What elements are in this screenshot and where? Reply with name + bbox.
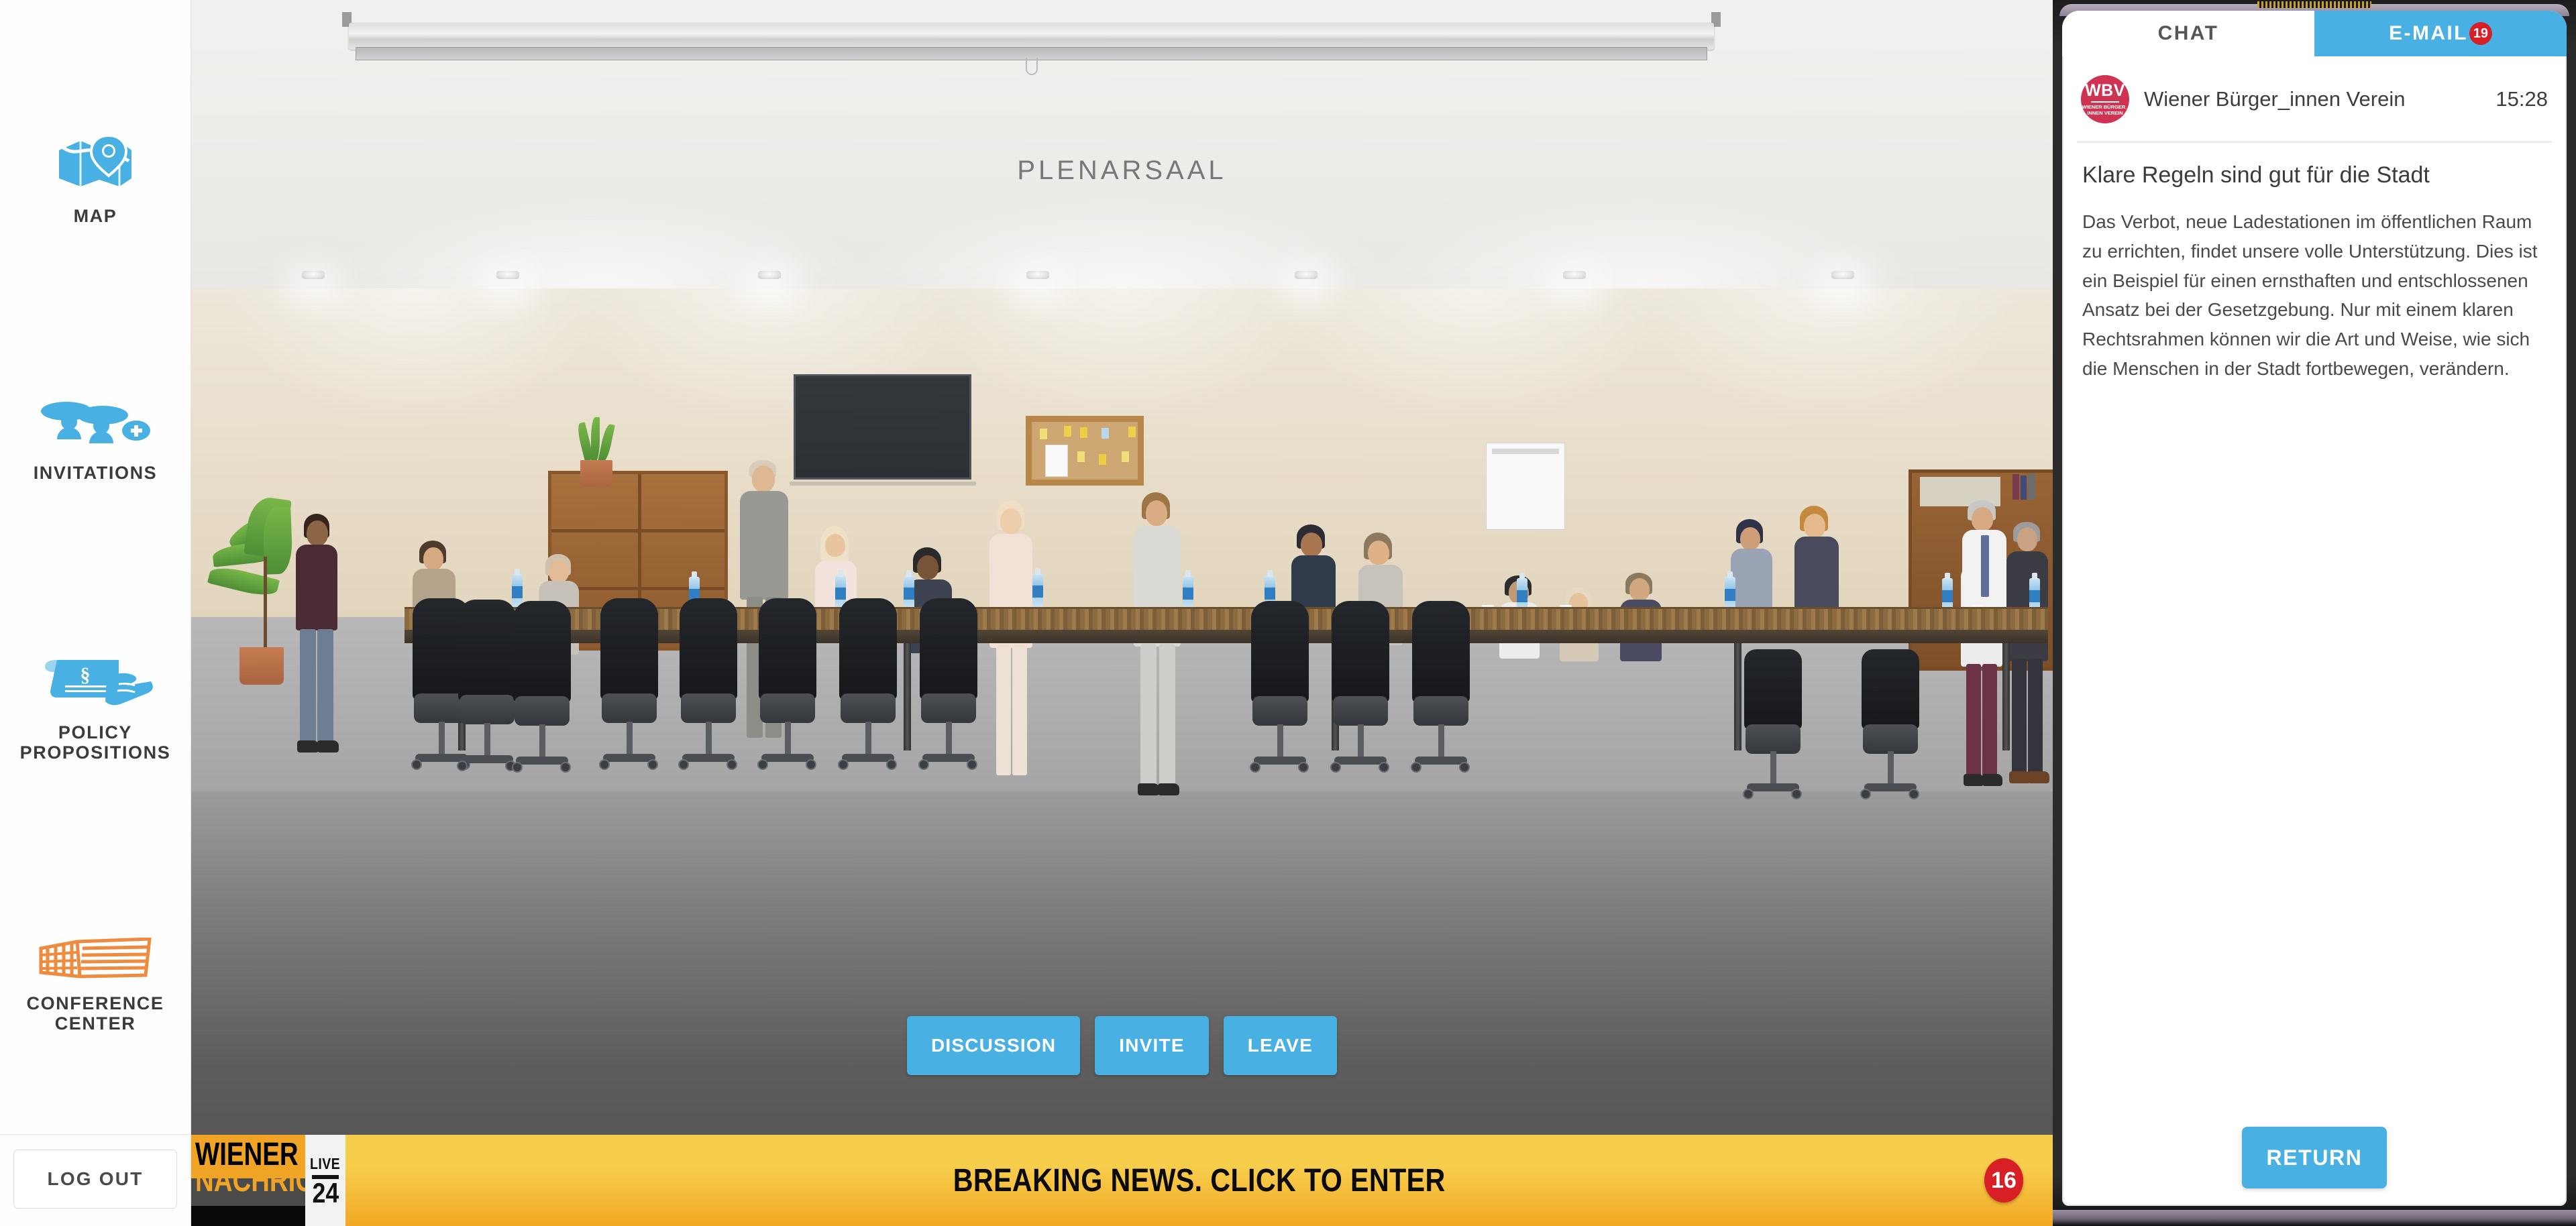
news-channel-logo: WIENER NACHRICHTEN (191, 1135, 305, 1226)
board-ledge (790, 482, 976, 486)
news-count-badge: 16 (1984, 1158, 2023, 1203)
necktie (1981, 535, 1989, 597)
avatar-initials: WBV (2085, 80, 2125, 100)
sender-avatar: WBV WIENER BÜRGER_ INNEN VEREIN (2081, 75, 2129, 123)
logo-band-black (191, 1206, 305, 1226)
corkboard-note (1102, 428, 1109, 439)
mail-sender-name: Wiener Bürger_innen Verein (2144, 87, 2406, 111)
room-action-bar: DISCUSSION INVITE LEAVE (191, 1016, 2053, 1075)
phone-speaker-grill (2257, 1, 2371, 8)
mail-text: Das Verbot, neue Ladestationen im öffent… (2082, 211, 2538, 379)
ceiling-spot-light (302, 271, 325, 279)
plant-stem (264, 557, 267, 651)
corkboard-note (1077, 451, 1085, 462)
conference-label-line1: CONFERENCE (26, 993, 164, 1013)
tab-chat-label: CHAT (2157, 22, 2219, 44)
sidebar-item-label-map: MAP (73, 205, 117, 226)
book (2028, 473, 2035, 500)
book (2012, 474, 2019, 500)
corkboard (1026, 416, 1144, 486)
mail-timestamp: 15:28 (2496, 87, 2548, 111)
svg-text:§: § (80, 664, 91, 686)
sidebar-item-label-invitations: INVITATIONS (33, 463, 158, 484)
room-stage: PLENARSAAL DISCUSSION INVITE LEAVE (191, 0, 2053, 1226)
corkboard-note (1045, 445, 1068, 477)
return-button[interactable]: RETURN (2242, 1127, 2387, 1188)
plant-pot (580, 460, 612, 487)
room-title: PLENARSAAL (1017, 156, 1227, 185)
book (2021, 476, 2027, 500)
live-number: 24 (312, 1176, 339, 1209)
corkboard-note (1128, 427, 1136, 437)
ceiling-spot-light (1831, 271, 1854, 279)
flipchart (1486, 443, 1565, 530)
sidebar-nav-list: MAP INVITATIONS § POLICY PROPOSITIONS CO… (0, 0, 191, 1134)
news-headline-area[interactable]: BREAKING NEWS. CLICK TO ENTER 16 (345, 1135, 2053, 1226)
water-bottle (1032, 568, 1043, 608)
plant-pot (239, 647, 284, 685)
log-out-button[interactable]: LOG OUT (13, 1150, 177, 1209)
tab-chat[interactable]: CHAT (2062, 11, 2314, 56)
app-root: MAP INVITATIONS § POLICY PROPOSITIONS CO… (0, 0, 2576, 1226)
document-paragraph-hand-icon: § (32, 657, 159, 712)
sidebar-item-label-policy-propositions: POLICY PROPOSITIONS (20, 722, 171, 763)
news-headline: BREAKING NEWS. CLICK TO ENTER (953, 1162, 1446, 1199)
news-live-badge: LIVE 24 (305, 1135, 345, 1226)
ceiling-spot-light (1295, 271, 1318, 279)
messaging-phone-panel: CHAT E-MAIL 19 WBV WIENER BÜRGER_ INNEN … (2053, 0, 2576, 1226)
table-leg (1734, 643, 1741, 750)
invite-button[interactable]: INVITE (1095, 1016, 1209, 1075)
policy-label-line2: PROPOSITIONS (19, 742, 171, 763)
sidebar-item-conference-center[interactable]: CONFERENCE CENTER (0, 934, 191, 1038)
conference-label-line2: CENTER (54, 1013, 136, 1034)
ceiling-spot-light (496, 271, 519, 279)
logout-wrapper: LOG OUT (0, 1135, 191, 1226)
ceiling-spot-light (1563, 271, 1586, 279)
mail-body: Klare Regeln sind gut für die Stadt Das … (2062, 143, 2567, 396)
screen-roller (349, 23, 1714, 50)
map-pin-icon (58, 133, 133, 195)
policy-label-line1: POLICY (58, 722, 133, 743)
mail-footer: RETURN (2062, 1127, 2567, 1206)
avatar-rule (2091, 101, 2119, 103)
screen-pull-handle (1025, 58, 1038, 75)
people-add-icon (40, 400, 151, 452)
building-icon (38, 936, 152, 983)
table-leg (904, 643, 911, 750)
email-unread-badge: 19 (2469, 22, 2492, 45)
table-leg (2002, 643, 2010, 750)
corkboard-note (1099, 454, 1106, 465)
news-logo-text: WIENER NACHRICHTEN (195, 1137, 305, 1199)
mail-header: WBV WIENER BÜRGER_ INNEN VEREIN Wiener B… (2062, 56, 2567, 141)
tab-email-label: E-MAIL (2389, 22, 2468, 44)
left-sidebar: MAP INVITATIONS § POLICY PROPOSITIONS CO… (0, 0, 191, 1226)
tab-email[interactable]: E-MAIL 19 (2314, 11, 2567, 56)
leave-button[interactable]: LEAVE (1223, 1016, 1337, 1075)
projection-screen (342, 12, 1721, 75)
sidebar-item-map[interactable]: MAP (0, 130, 191, 230)
live-label: LIVE (310, 1154, 341, 1172)
water-bottle (1183, 570, 1193, 610)
ceiling-spot-light (758, 271, 781, 279)
message-tabs: CHAT E-MAIL 19 (2062, 11, 2567, 56)
sidebar-item-invitations[interactable]: INVITATIONS (0, 396, 191, 487)
corkboard-note (1122, 451, 1129, 462)
sidebar-item-label-conference-center: CONFERENCE CENTER (26, 993, 164, 1034)
breaking-news-ticker[interactable]: WIENER NACHRICHTEN LIVE 24 BREAKING NEWS… (191, 1135, 2053, 1226)
corkboard-note (1064, 426, 1071, 437)
discussion-button[interactable]: DISCUSSION (907, 1016, 1081, 1075)
presentation-board (794, 374, 971, 480)
corkboard-note (1080, 427, 1087, 438)
corkboard-note (1040, 429, 1047, 439)
avatar-subtitle: WIENER BÜRGER_ INNEN VEREIN (2082, 103, 2129, 116)
phone-bezel-bottom (2053, 1210, 2576, 1226)
sidebar-item-policy-propositions[interactable]: § POLICY PROPOSITIONS (0, 653, 191, 767)
ceiling-spot-light (1026, 271, 1049, 279)
mail-subject: Klare Regeln sind gut für die Stadt (2082, 162, 2430, 188)
water-bottle (904, 570, 914, 610)
phone-screen: CHAT E-MAIL 19 WBV WIENER BÜRGER_ INNEN … (2062, 11, 2567, 1206)
